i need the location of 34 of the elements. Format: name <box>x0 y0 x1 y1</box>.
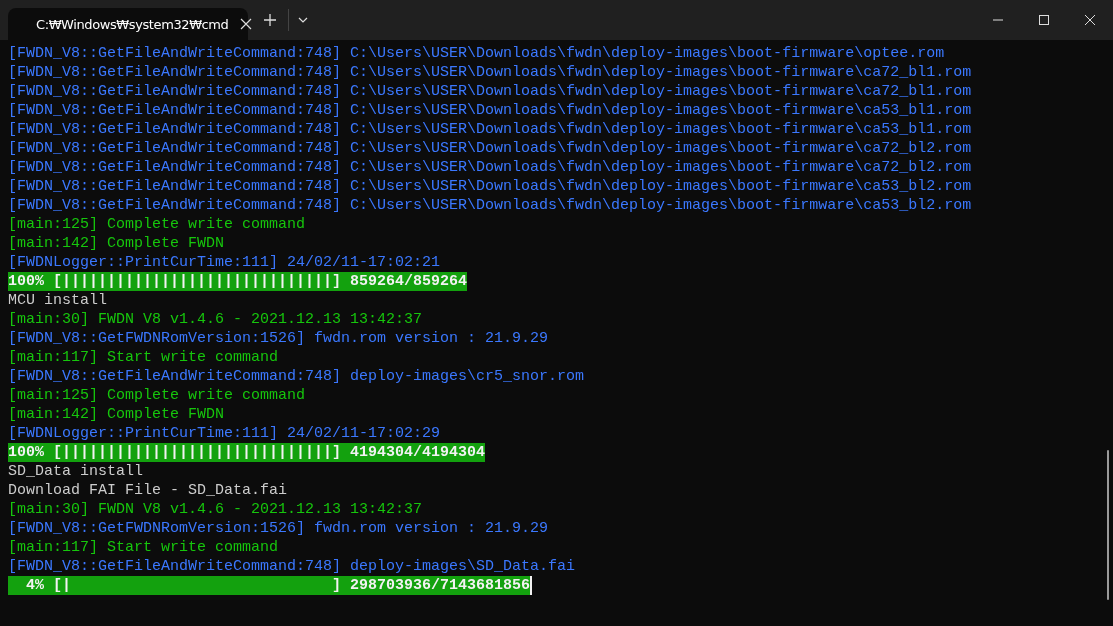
terminal-line: [main:117] Start write command <box>8 538 279 557</box>
terminal-line: [FWDN_V8::GetFWDNRomVersion:1526] fwdn.rom version : 21.9.29 <box>8 329 549 348</box>
terminal-line: [FWDN_V8::GetFileAndWriteCommand:748] deploy-images\cr5_snor.rom <box>8 367 585 386</box>
terminal-line: [main:30] FWDN V8 v1.4.6 - 2021.12.13 13:42:37 <box>8 500 423 519</box>
terminal-line: [FWDN_V8::GetFileAndWriteCommand:748] C:\Users\USER\Downloads\fwdn\deploy-images\boot-firmware\ca72_bl2.rom <box>8 139 972 158</box>
terminal-line: [FWDN_V8::GetFileAndWriteCommand:748] C:\Users\USER\Downloads\fwdn\deploy-images\boot-firmware\ca72_bl1.rom <box>8 82 972 101</box>
terminal-line: [FWDN_V8::GetFileAndWriteCommand:748] C:\Users\USER\Downloads\fwdn\deploy-images\boot-firmware\ca72_bl2.rom <box>8 158 972 177</box>
text-cursor <box>530 576 533 595</box>
terminal-line: [FWDN_V8::GetFileAndWriteCommand:748] C:\Users\USER\Downloads\fwdn\deploy-images\boot-firmware\ca53_bl2.rom <box>8 196 972 215</box>
terminal-line: SD_Data install <box>8 462 144 481</box>
terminal-line: [FWDN_V8::GetFileAndWriteCommand:748] C:\Users\USER\Downloads\fwdn\deploy-images\boot-firmware\ca53_bl1.rom <box>8 120 972 139</box>
plus-icon <box>263 13 277 27</box>
terminal-line: [FWDN_V8::GetFileAndWriteCommand:748] C:\Users\USER\Downloads\fwdn\deploy-images\boot-firmware\ca53_bl2.rom <box>8 177 972 196</box>
terminal-line: MCU install <box>8 291 108 310</box>
terminal-line: [FWDN_V8::GetFileAndWriteCommand:748] C:\Users\USER\Downloads\fwdn\deploy-images\boot-firmware\ca53_bl1.rom <box>8 101 972 120</box>
terminal-line: [FWDN_V8::GetFWDNRomVersion:1526] fwdn.rom version : 21.9.29 <box>8 519 549 538</box>
terminal-line: [FWDN_V8::GetFileAndWriteCommand:748] deploy-images\SD_Data.fai <box>8 557 576 576</box>
terminal-line: [FWDNLogger::PrintCurTime:111] 24/02/11-17:02:21 <box>8 253 441 272</box>
tab-title: C:₩Windows₩system32₩cmd <box>36 16 229 32</box>
terminal-line: [main:125] Complete write command <box>8 386 306 405</box>
terminal-line: [FWDN_V8::GetFileAndWriteCommand:748] C:\Users\USER\Downloads\fwdn\deploy-images\boot-firmware\ca72_bl1.rom <box>8 63 972 82</box>
scrollbar-thumb[interactable] <box>1107 450 1109 600</box>
terminal-line: [main:142] Complete FWDN <box>8 234 225 253</box>
terminal-line: [FWDNLogger::PrintCurTime:111] 24/02/11-17:02:29 <box>8 424 441 443</box>
terminal-line: Download FAI File - SD_Data.fai <box>8 481 288 500</box>
terminal-line: [main:142] Complete FWDN <box>8 405 225 424</box>
caret-icon <box>298 17 308 23</box>
terminal-line: [main:117] Start write command <box>8 348 279 367</box>
close-icon <box>240 18 253 30</box>
terminal-line: [main:125] Complete write command <box>8 215 306 234</box>
maximize-icon <box>1039 15 1049 25</box>
terminal-line: [FWDN_V8::GetFileAndWriteCommand:748] C:\Users\USER\Downloads\fwdn\deploy-images\boot-firmware\optee.rom <box>8 44 945 63</box>
terminal-line: [main:30] FWDN V8 v1.4.6 - 2021.12.13 13:42:37 <box>8 310 423 329</box>
close-icon <box>1085 15 1095 25</box>
